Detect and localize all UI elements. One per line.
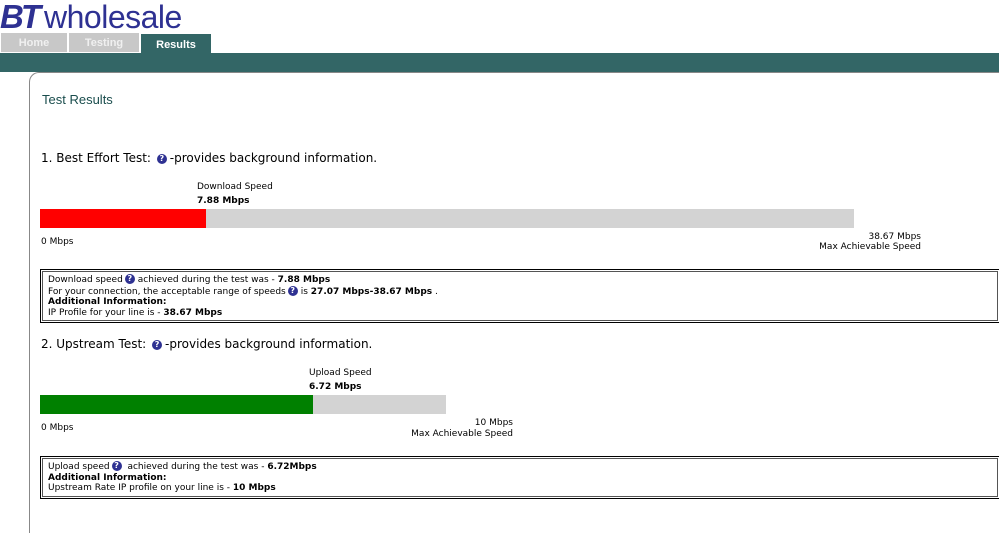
upload-max-caption: Max Achievable Speed (411, 429, 513, 439)
download-speed-fill (40, 209, 206, 228)
upload-speed-bar (40, 395, 446, 414)
upload-min-label: 0 Mbps (41, 423, 74, 433)
download-info-range: 27.07 Mbps-38.67 Mbps (310, 286, 433, 297)
download-info-line2: For your connection, the acceptable rang… (48, 285, 438, 297)
download-max-label: 38.67 Mbps (868, 232, 921, 242)
upload-info-box: Upload speed? achieved during the test w… (40, 456, 999, 499)
best-effort-heading: 1. Best Effort Test: ? -provides backgrou… (41, 151, 377, 165)
question-icon[interactable]: ? (152, 340, 163, 350)
download-info-line3: IP Profile for your line is - 38.67 Mbps (48, 307, 223, 318)
upload-speed-fill (40, 395, 313, 414)
upload-info-additional: Additional Information: (48, 472, 167, 483)
download-info-box: Download speed? achieved during the test … (40, 269, 999, 323)
header-bar (0, 53, 999, 72)
download-min-label: 0 Mbps (41, 237, 74, 247)
upstream-desc: -provides background information. (165, 337, 373, 351)
question-icon[interactable]: ? (124, 274, 135, 284)
upload-info-speed: 6.72Mbps (267, 462, 317, 472)
bt-wholesale-logo: BT wholesale (0, 0, 182, 34)
logo-word: wholesale (44, 0, 182, 35)
upload-info-ip-profile: 10 Mbps (232, 483, 276, 493)
download-speed-bar (40, 209, 854, 228)
download-speed-label: Download Speed (197, 182, 273, 192)
best-effort-title: 1. Best Effort Test: (41, 151, 151, 165)
download-info-additional: Additional Information: (48, 297, 167, 307)
upstream-heading: 2. Upstream Test: ? -provides background … (41, 337, 372, 351)
question-icon[interactable]: ? (156, 154, 167, 164)
upload-info-line1: Upload speed? achieved during the test w… (48, 461, 317, 472)
logo-brand: BT (0, 0, 41, 35)
download-max-caption: Max Achievable Speed (819, 242, 921, 252)
question-icon[interactable]: ? (287, 285, 298, 296)
upload-max-label: 10 Mbps (474, 418, 513, 428)
tab-results[interactable]: Results (140, 33, 212, 55)
upstream-title: 2. Upstream Test: (41, 337, 147, 351)
download-speed-value: 7.88 Mbps (197, 196, 250, 206)
download-info-speed: 7.88 Mbps (277, 275, 331, 285)
download-info-ip-profile: 38.67 Mbps (163, 307, 223, 318)
upload-speed-label: Upload Speed (309, 368, 372, 378)
best-effort-desc: -provides background information. (169, 151, 378, 165)
upload-info-line2: Upstream Rate IP profile on your line is… (48, 483, 276, 493)
tab-home[interactable]: Home (0, 32, 68, 53)
page-title: Test Results (42, 92, 113, 107)
tab-testing[interactable]: Testing (68, 32, 140, 53)
download-info-line1: Download speed? achieved during the test … (48, 274, 331, 285)
upload-speed-value: 6.72 Mbps (309, 382, 362, 392)
question-icon[interactable]: ? (111, 461, 122, 471)
main-tabs: Home Testing Results (0, 32, 212, 55)
